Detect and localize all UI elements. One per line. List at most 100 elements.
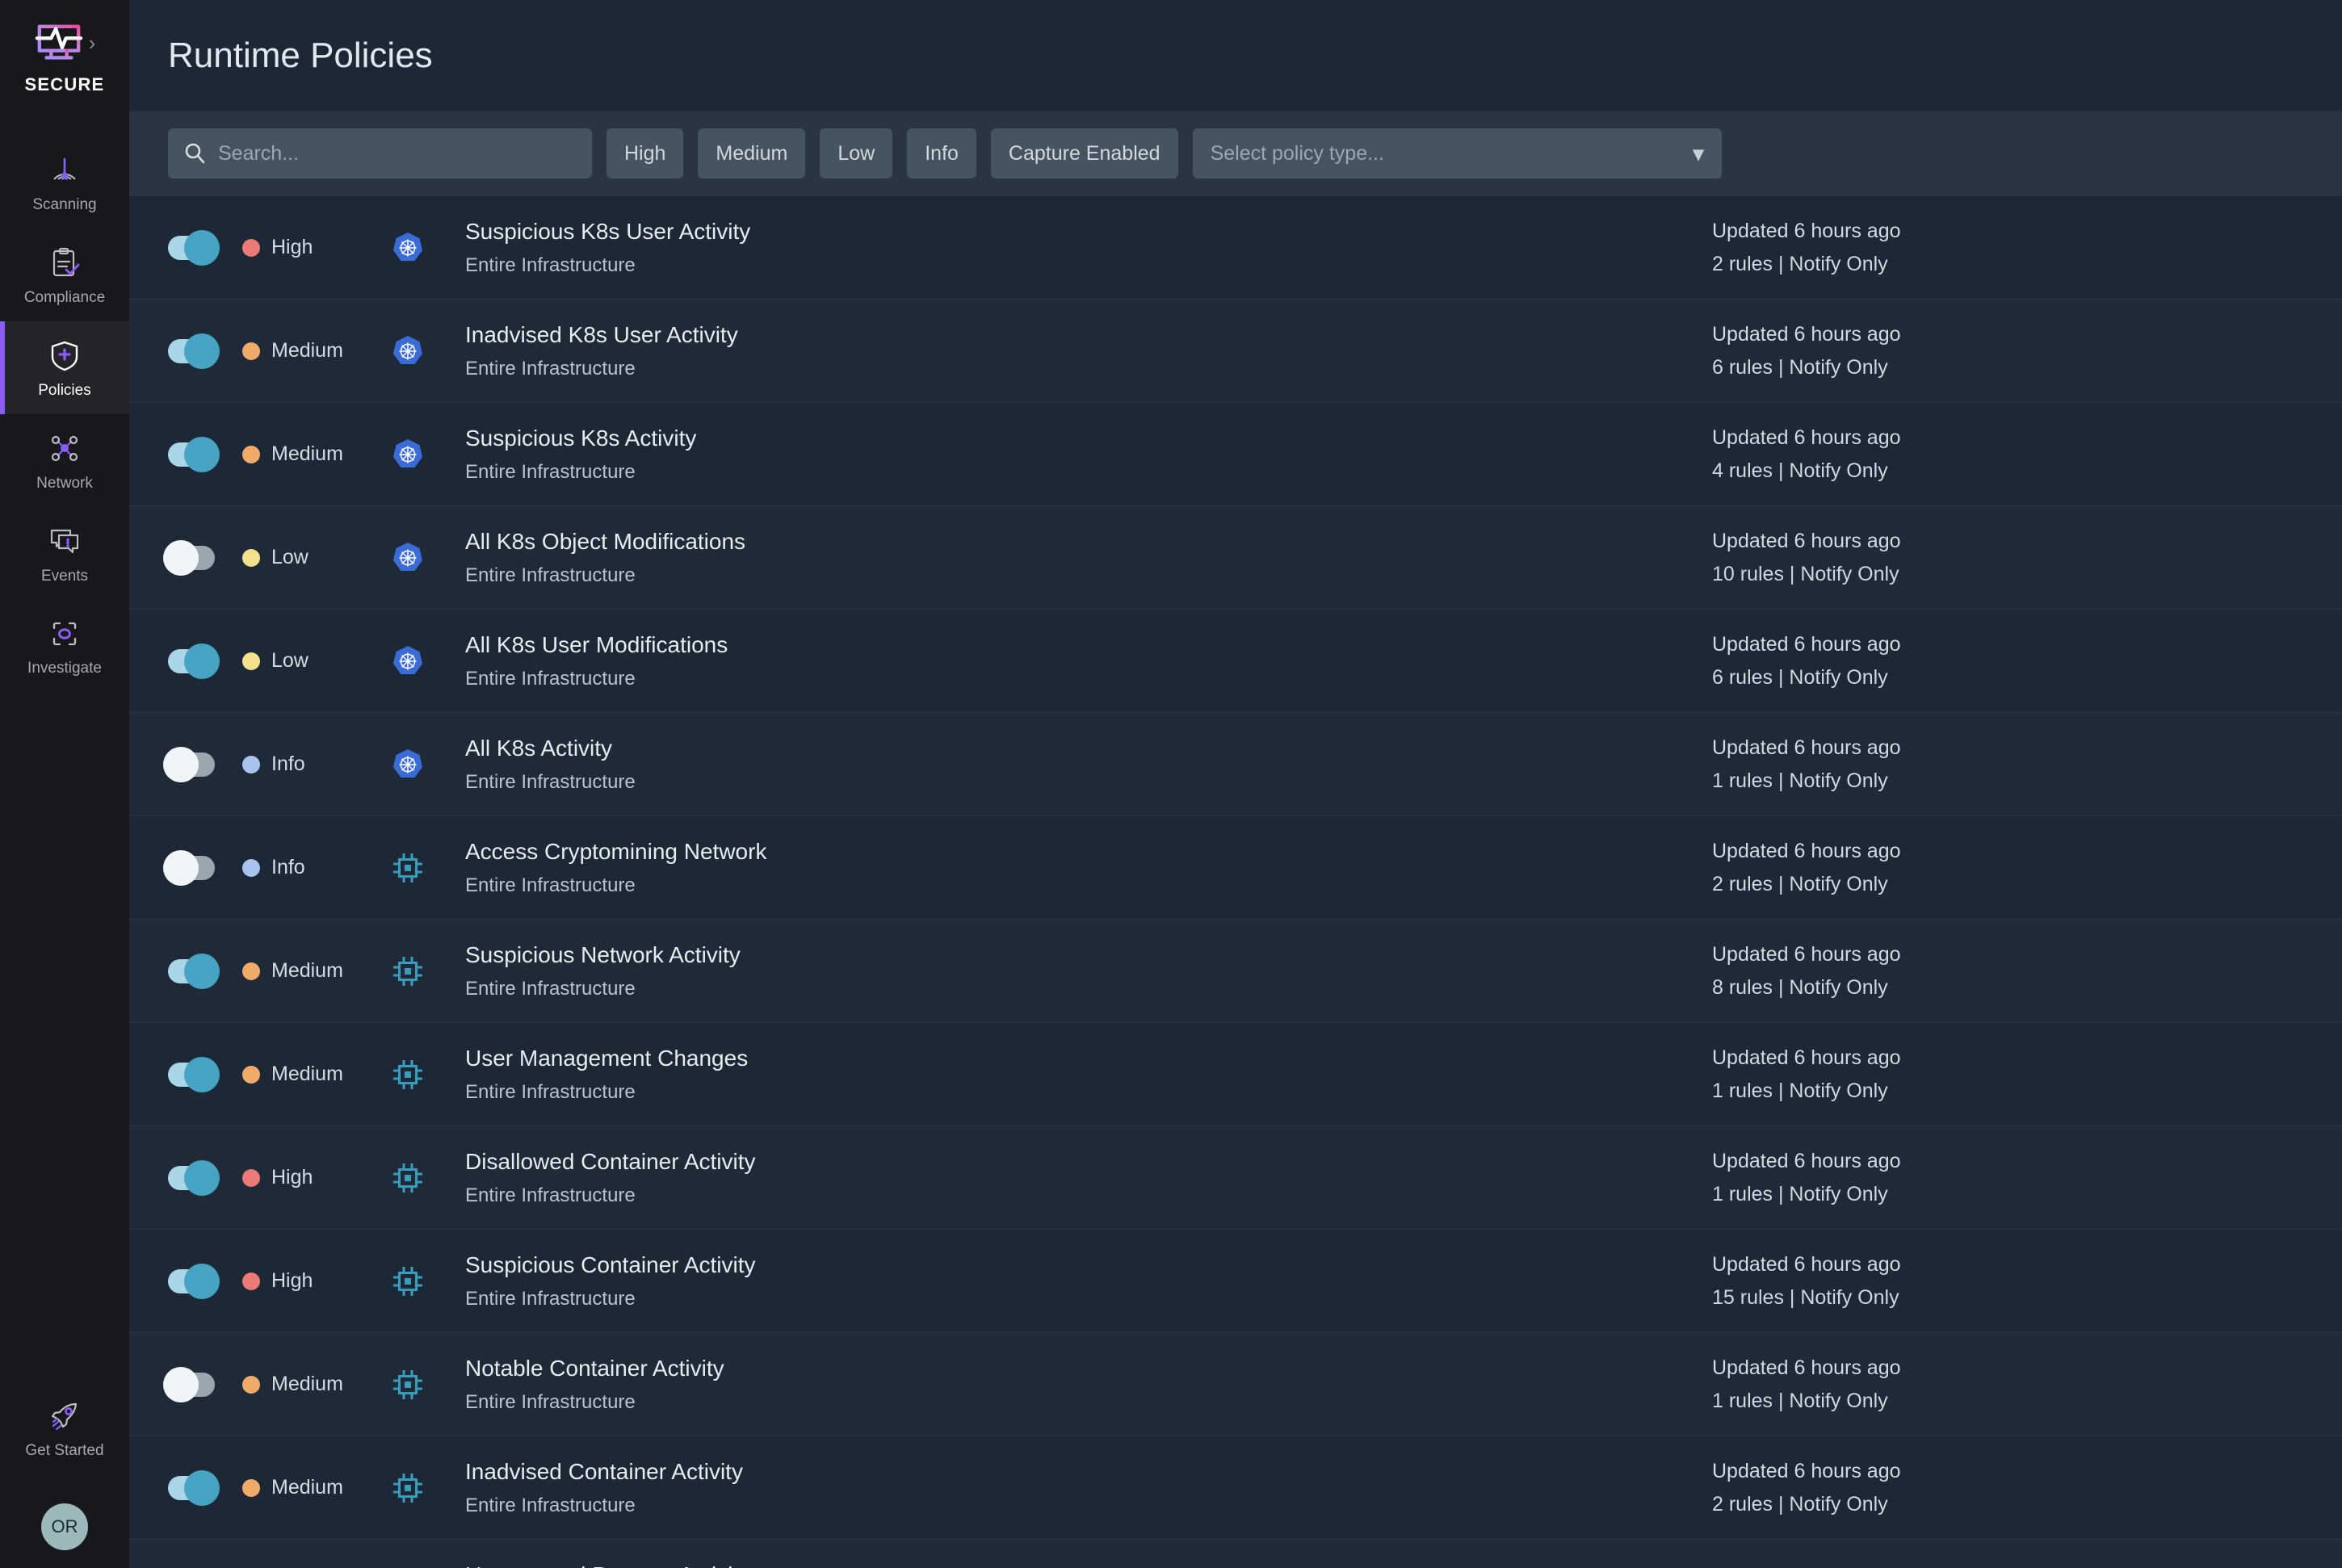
severity-label: Medium (271, 959, 343, 982)
policy-name-cell: All K8s User Modifications Entire Infrast… (465, 632, 1696, 690)
severity-label: High (271, 1269, 313, 1292)
policy-enable-toggle[interactable] (168, 333, 220, 369)
policy-name[interactable]: Inadvised K8s User Activity (465, 322, 1696, 348)
search-box[interactable] (168, 128, 592, 178)
policy-meta-cell: Updated 6 hours ago 4 rules | Notify Only (1696, 426, 2342, 483)
policy-enable-cell (168, 229, 242, 266)
table-row[interactable]: Medium Unexpected Process ActivityEntire… (129, 1540, 2342, 1568)
policy-scope: Entire Infrastructure (465, 1080, 636, 1103)
toggle-knob (163, 746, 199, 782)
avatar[interactable]: OR (41, 1503, 88, 1550)
table-row[interactable]: Medium Inadvised K8s User Activity Entire… (129, 300, 2342, 403)
toggle-knob (184, 229, 220, 266)
severity-label: Info (271, 856, 305, 878)
policy-name[interactable]: Notable Container Activity (465, 1356, 1696, 1381)
policy-scope: Entire Infrastructure (465, 667, 636, 690)
sidebar-item-label: Policies (38, 381, 91, 399)
filter-chip-medium[interactable]: Medium (698, 128, 806, 178)
policy-name[interactable]: Suspicious K8s User Activity (465, 219, 1696, 245)
policy-name[interactable]: All K8s User Modifications (465, 632, 1696, 658)
policy-enable-toggle[interactable] (168, 1469, 220, 1506)
table-row[interactable]: High Disallowed Container Activity Entire… (129, 1126, 2342, 1230)
network-nodes-icon (46, 430, 83, 467)
policy-name-cell: Suspicious K8s Activity Entire Infrastruc… (465, 426, 1696, 484)
kubernetes-icon (391, 644, 425, 678)
policy-name-cell: All K8s Object Modifications Entire Infra… (465, 529, 1696, 587)
sidebar-item-investigate[interactable]: Investigate (0, 599, 129, 692)
toggle-knob (184, 1469, 220, 1506)
severity-label: Medium (271, 442, 343, 465)
policy-name[interactable]: Inadvised Container Activity (465, 1459, 1696, 1485)
table-row[interactable]: Low All K8s Object Modifications Entire I… (129, 506, 2342, 610)
policy-name[interactable]: User Management Changes (465, 1046, 1696, 1071)
severity-dot (242, 342, 260, 360)
table-row[interactable]: Medium Suspicious K8s Activity Entire Inf… (129, 403, 2342, 506)
policy-enable-toggle[interactable] (168, 1263, 220, 1299)
policy-name[interactable]: Suspicious Container Activity (465, 1252, 1696, 1278)
sidebar-item-scanning[interactable]: Scanning (0, 136, 129, 228)
table-row[interactable]: High Suspicious Container Activity Entire… (129, 1230, 2342, 1333)
filter-chip-info[interactable]: Info (907, 128, 976, 178)
table-row[interactable]: High Suspicious K8s User Activity Entire … (129, 196, 2342, 300)
policy-type-cell (391, 1264, 465, 1298)
filter-chip-high[interactable]: High (606, 128, 684, 178)
severity-dot (242, 1478, 260, 1497)
sidebar-item-network[interactable]: Network (0, 414, 129, 507)
policy-rules: 4 rules | Notify Only (1712, 459, 1888, 482)
policy-enable-toggle[interactable] (168, 436, 220, 472)
policy-enable-toggle[interactable] (168, 953, 220, 989)
policy-enable-toggle[interactable] (168, 229, 220, 266)
policy-rules: 2 rules | Notify Only (1712, 872, 1888, 895)
policy-severity-cell: Medium (242, 959, 391, 983)
policy-name[interactable]: Suspicious K8s Activity (465, 426, 1696, 451)
policy-name-cell: Inadvised Container Activity Entire Infra… (465, 1459, 1696, 1517)
cpu-chip-icon (391, 851, 425, 885)
policy-name[interactable]: All K8s Activity (465, 736, 1696, 761)
search-input[interactable] (218, 128, 592, 178)
policy-enable-toggle[interactable] (163, 1366, 215, 1402)
brand-name: SECURE (24, 74, 105, 94)
policy-enable-toggle[interactable] (163, 746, 215, 782)
policy-enable-toggle[interactable] (163, 849, 215, 886)
table-row[interactable]: Low All K8s User Modifications Entire Inf… (129, 610, 2342, 713)
sidebar-item-compliance[interactable]: Compliance (0, 228, 129, 321)
chevron-down-icon[interactable]: ▾ (1694, 143, 1704, 164)
policy-enable-toggle[interactable] (168, 643, 220, 679)
policy-rules: 1 rules | Notify Only (1712, 1389, 1888, 1412)
policy-scope: Entire Infrastructure (465, 254, 636, 276)
table-row[interactable]: Medium Suspicious Network Activity Entire… (129, 920, 2342, 1023)
sidebar-item-get-started[interactable]: Get Started (22, 1381, 107, 1474)
policy-name[interactable]: Suspicious Network Activity (465, 942, 1696, 968)
table-row[interactable]: Medium Notable Container Activity Entire … (129, 1333, 2342, 1436)
policy-enable-toggle[interactable] (163, 539, 215, 576)
policy-type-cell (391, 231, 465, 265)
sidebar-item-policies[interactable]: Policies (0, 321, 129, 414)
filter-chip-capture-enabled[interactable]: Capture Enabled (990, 128, 1178, 178)
policy-name-cell: Suspicious K8s User Activity Entire Infra… (465, 219, 1696, 277)
policy-enable-toggle[interactable] (168, 1159, 220, 1196)
policy-name[interactable]: Access Cryptomining Network (465, 839, 1696, 865)
brand-logo[interactable]: › SECURE (0, 21, 129, 116)
table-row[interactable]: Medium User Management Changes Entire Inf… (129, 1023, 2342, 1126)
policy-severity-cell: Medium (242, 442, 391, 466)
policy-name[interactable]: All K8s Object Modifications (465, 529, 1696, 555)
chevron-right-icon[interactable]: › (89, 32, 96, 53)
policy-name-cell: Unexpected Process ActivityEntire Infras… (465, 1562, 1696, 1568)
severity-dot (242, 238, 260, 257)
policy-enable-toggle[interactable] (168, 1056, 220, 1092)
page-title: Runtime Policies (168, 35, 433, 75)
table-row[interactable]: Medium Inadvised Container Activity Entir… (129, 1436, 2342, 1540)
policy-meta-cell: Updated 6 hours ago 1 rules | Notify Only (1696, 1356, 2342, 1413)
table-row[interactable]: Info Access Cryptomining Network Entire I… (129, 816, 2342, 920)
policy-scope: Entire Infrastructure (465, 874, 636, 896)
sidebar-item-events[interactable]: Events (0, 507, 129, 600)
policy-enable-cell (163, 1366, 242, 1402)
sidebar-item-label: Compliance (23, 288, 106, 306)
table-row[interactable]: Info All K8s Activity Entire Infrastructu… (129, 713, 2342, 816)
policy-type-select[interactable]: Select policy type... ▾ (1192, 128, 1722, 178)
policy-name[interactable]: Disallowed Container Activity (465, 1149, 1696, 1175)
filter-chip-low[interactable]: Low (820, 128, 893, 178)
policy-name[interactable]: Unexpected Process Activity (465, 1562, 1696, 1568)
clipboard-check-icon (46, 245, 83, 282)
policy-updated: Updated 6 hours ago (1712, 736, 1901, 759)
